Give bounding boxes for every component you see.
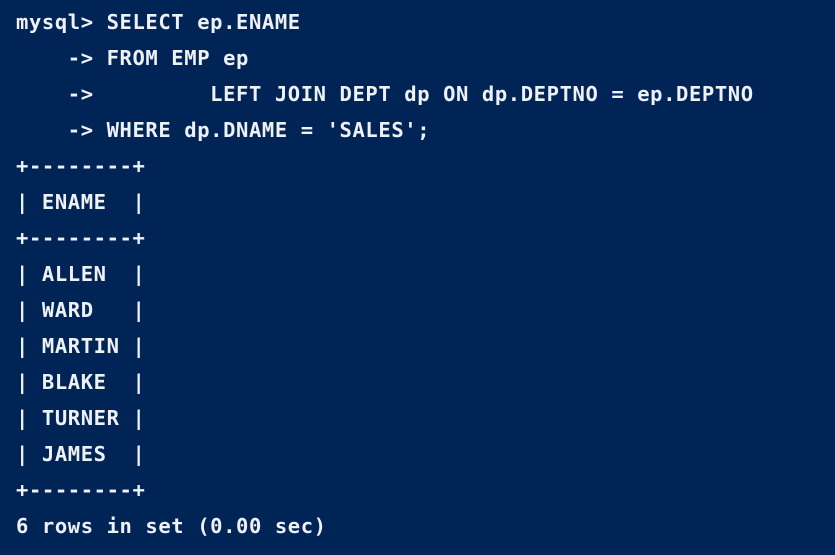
- table-row: | MARTIN |: [16, 334, 146, 358]
- table-header: | ENAME |: [16, 190, 146, 214]
- table-row: | WARD |: [16, 298, 146, 322]
- table-row: | BLAKE |: [16, 370, 146, 394]
- result-summary: 6 rows in set (0.00 sec): [16, 514, 327, 538]
- table-border-top: +--------+: [16, 154, 146, 178]
- query-line-where: -> WHERE dp.DNAME = 'SALES';: [16, 118, 431, 142]
- terminal-window[interactable]: mysql> SELECT ep.ENAME -> FROM EMP ep ->…: [0, 0, 835, 555]
- table-border-header: +--------+: [16, 226, 146, 250]
- table-row: | JAMES |: [16, 442, 146, 466]
- table-border-bottom: +--------+: [16, 478, 146, 502]
- query-line-from: -> FROM EMP ep: [16, 46, 249, 70]
- table-row: | ALLEN |: [16, 262, 146, 286]
- query-line-select: mysql> SELECT ep.ENAME: [16, 10, 301, 34]
- query-line-join: -> LEFT JOIN DEPT dp ON dp.DEPTNO = ep.D…: [16, 82, 754, 106]
- table-row: | TURNER |: [16, 406, 146, 430]
